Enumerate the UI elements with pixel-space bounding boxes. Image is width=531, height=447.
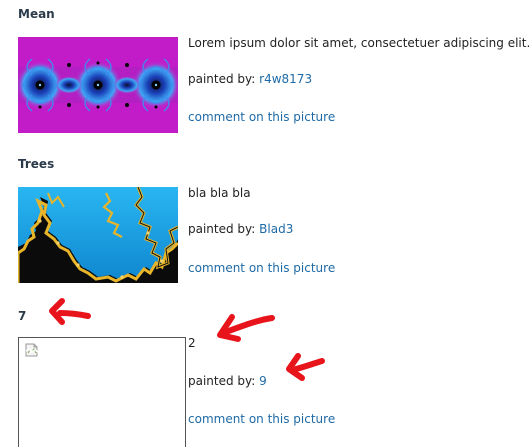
painted-by-label: painted by: [188, 222, 256, 236]
broken-image-icon [25, 343, 39, 357]
comment-link[interactable]: comment on this picture [188, 261, 335, 275]
painter-link[interactable]: 9 [259, 374, 267, 388]
fractal-trees-image [18, 187, 178, 283]
entry-title: 7 [18, 309, 27, 323]
entry-title: Mean [18, 7, 55, 21]
painter-link[interactable]: Blad3 [259, 222, 293, 236]
comment-link[interactable]: comment on this picture [188, 412, 335, 426]
picture-description: 2 [188, 336, 196, 350]
comment-link[interactable]: comment on this picture [188, 110, 335, 124]
annotation-arrow-icon [286, 353, 325, 381]
painted-by-label: painted by: [188, 374, 256, 388]
painted-by-label: painted by: [188, 72, 256, 86]
annotation-arrow-icon [217, 314, 275, 342]
picture-description: Lorem ipsum dolor sit amet, consectetuer… [188, 36, 531, 50]
painter-link[interactable]: r4w8173 [259, 72, 312, 86]
painted-by: painted by: r4w8173 [188, 72, 312, 86]
entry-title: Trees [18, 157, 55, 171]
broken-painting-image[interactable] [18, 337, 186, 447]
painted-by: painted by: 9 [188, 374, 267, 388]
painting-image[interactable] [18, 37, 178, 133]
mandelbrot-image [18, 37, 178, 133]
painted-by: painted by: Blad3 [188, 222, 293, 236]
picture-description: bla bla bla [188, 186, 251, 200]
annotation-arrow-icon [49, 298, 91, 325]
painting-image[interactable] [18, 187, 178, 283]
